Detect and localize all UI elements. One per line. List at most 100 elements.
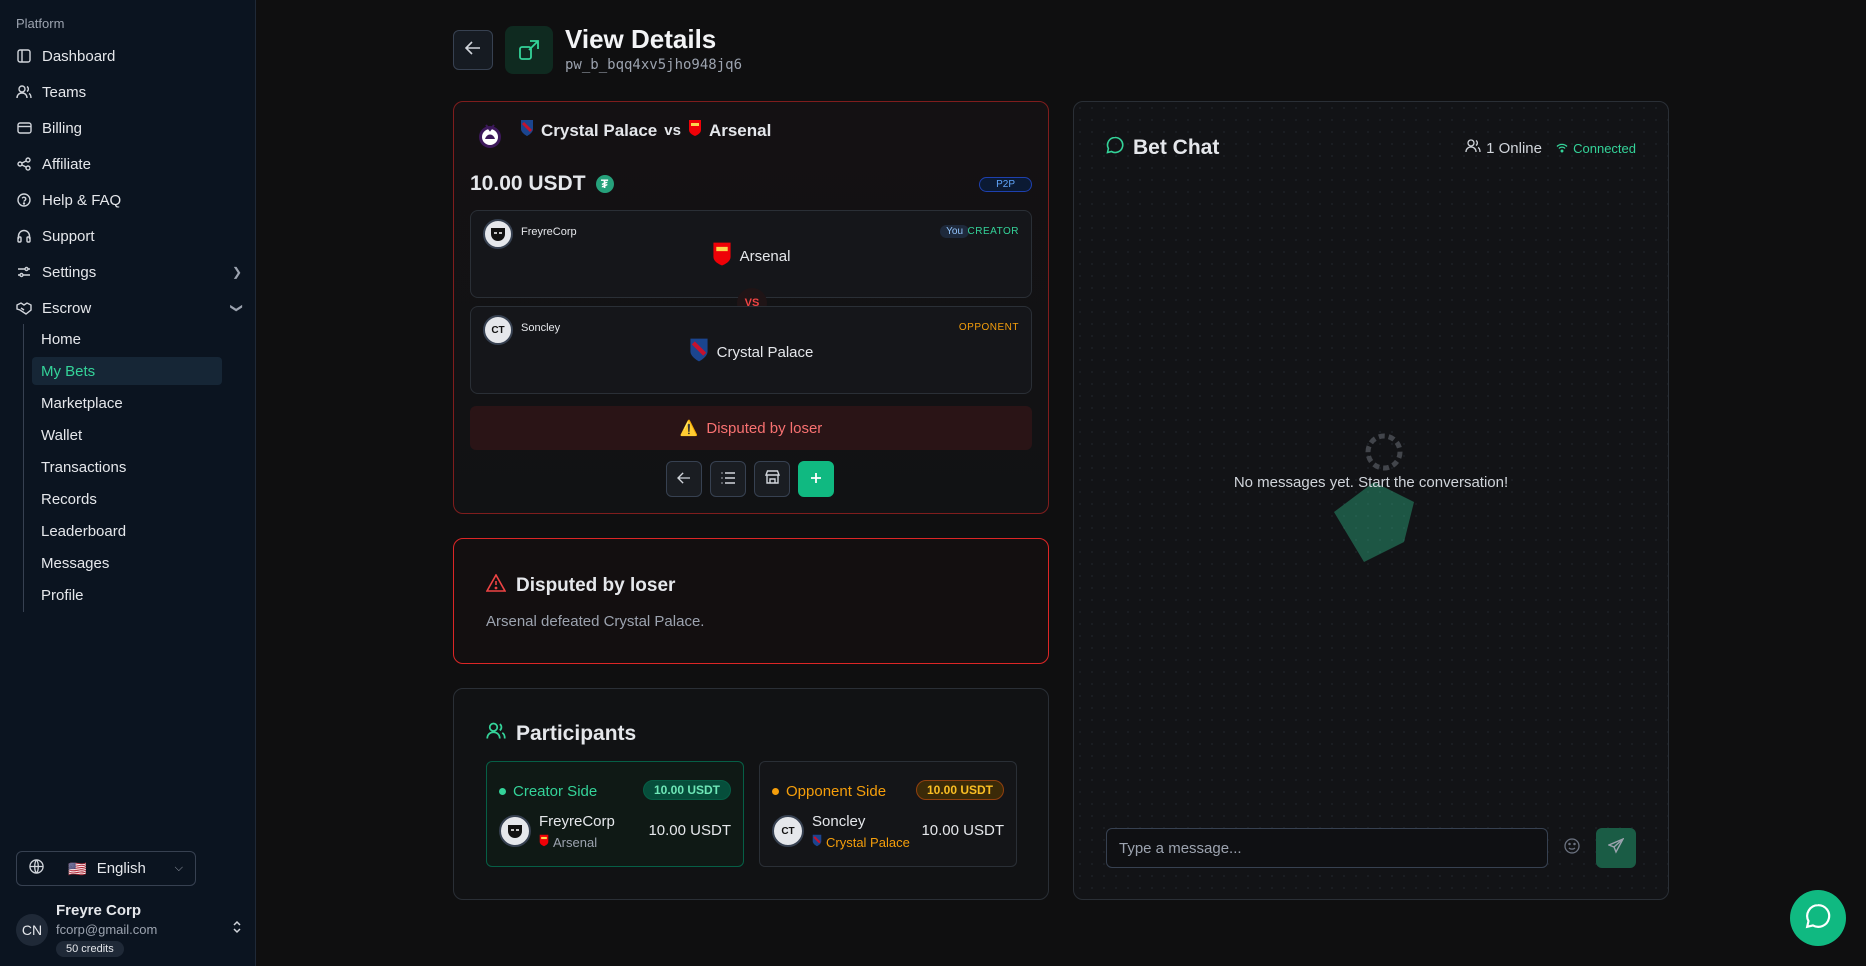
match-title: Crystal Palace vs Arsenal [520, 119, 771, 142]
sidebar-item-label: Dashboard [42, 47, 116, 65]
user-menu[interactable]: CN Freyre Corp fcorp@gmail.com 50 credit… [16, 900, 242, 960]
sidebar-item-escrow[interactable]: Escrow ❯ [16, 293, 244, 323]
home-team: Crystal Palace [541, 120, 658, 140]
flag-icon: 🇺🇸 [68, 860, 87, 878]
creator-avatar [499, 815, 531, 847]
connection-status: Connected [1556, 141, 1636, 156]
creator-name: FreyreCorp [521, 226, 577, 238]
creator-participant-amount: 10.00 USDT [648, 822, 731, 839]
creator-side-label: Creator Side [499, 783, 597, 800]
send-icon [1607, 837, 1625, 858]
connection-status-text: Connected [1573, 141, 1636, 156]
creator-amount-badge: 10.00 USDT [642, 780, 731, 800]
sidebar-item-label: Billing [42, 119, 83, 137]
opponent-participant: Opponent Side 10.00 USDT CT Soncley Crys… [759, 761, 1017, 867]
sidebar-subitem-wallet[interactable]: Wallet [32, 421, 222, 449]
sidebar-item-label: Support [42, 227, 95, 245]
opponent-role: OPPONENT [958, 322, 1019, 333]
sidebar-subitem-records[interactable]: Records [32, 485, 222, 513]
opponent-side-text: Opponent Side [786, 783, 887, 800]
help-circle-icon [16, 192, 32, 208]
user-email: fcorp@gmail.com [56, 922, 158, 937]
sidebar-subitem-profile[interactable]: Profile [32, 581, 222, 609]
opponent-amount-badge: 10.00 USDT [915, 780, 1004, 800]
creator-participant-team: Arsenal [539, 834, 597, 850]
alert-triangle-icon [485, 573, 507, 598]
chat-title-text: Bet Chat [1133, 136, 1220, 159]
sidebar-subitem-messages[interactable]: Messages [32, 549, 222, 577]
online-count: 1 Online [1465, 139, 1542, 157]
opponent-side-label: Opponent Side [772, 783, 886, 800]
dispute-title: Disputed by loser [485, 573, 675, 598]
sidebar-item-affiliate[interactable]: Affiliate [16, 149, 242, 179]
opponent-participant-team-label: Crystal Palace [826, 834, 910, 850]
users-icon [1465, 139, 1481, 157]
dispute-status-text: Disputed by loser [706, 419, 823, 437]
credit-card-icon [16, 120, 32, 136]
creator-side-box: FreyreCorp Arsenal You CREATOR [470, 210, 1032, 298]
sidebar-subitem-transactions[interactable]: Transactions [32, 453, 222, 481]
dispute-status-bar: ⚠️ Disputed by loser [470, 406, 1032, 450]
opponent-team-label: Crystal Palace [716, 343, 814, 361]
add-button[interactable] [798, 461, 834, 497]
back-action-button[interactable] [666, 461, 702, 497]
participants-title: Participants [486, 722, 636, 746]
opponent-team: Crystal Palace [471, 337, 1031, 367]
wifi-icon [1556, 141, 1568, 156]
store-button[interactable] [754, 461, 790, 497]
sidebar-item-dashboard[interactable]: Dashboard [16, 41, 242, 71]
share-icon [16, 156, 32, 172]
creator-participant-name: FreyreCorp [539, 813, 615, 830]
opponent-avatar: CT [772, 815, 804, 847]
arrow-left-icon [464, 41, 481, 59]
back-button[interactable] [453, 30, 493, 70]
opponent-participant-team: Crystal Palace [812, 834, 910, 850]
message-input[interactable] [1106, 828, 1548, 868]
arrow-left-icon [677, 471, 691, 488]
list-icon [721, 471, 735, 488]
creator-participant: Creator Side 10.00 USDT FreyreCorp Arsen… [486, 761, 744, 867]
sidebar-item-teams[interactable]: Teams [16, 77, 242, 107]
list-button[interactable] [710, 461, 746, 497]
users-icon [16, 84, 32, 100]
sidebar-subitem-home[interactable]: Home [32, 325, 222, 353]
chevron-down-icon: ⌵ [174, 862, 183, 874]
support-chat-button[interactable] [1790, 890, 1846, 946]
opponent-participant-amount: 10.00 USDT [921, 822, 1004, 839]
creator-side-text: Creator Side [513, 783, 598, 800]
premier-league-logo [474, 120, 506, 152]
sidebar-subitem-marketplace[interactable]: Marketplace [32, 389, 222, 417]
dispute-card: Disputed by loser Arsenal defeated Cryst… [453, 538, 1049, 664]
opponent-name: Soncley [521, 322, 561, 334]
send-button[interactable] [1596, 828, 1636, 868]
globe-icon [29, 859, 44, 878]
escrow-subnav-line [23, 324, 24, 612]
opponent-participant-name: Soncley [812, 813, 866, 830]
sidebar-subitem-leaderboard[interactable]: Leaderboard [32, 517, 222, 545]
emoji-button[interactable] [1560, 836, 1584, 860]
credits-badge: 50 credits [56, 941, 124, 957]
bet-type-badge: P2P [979, 177, 1032, 192]
chat-title: Bet Chat [1106, 136, 1219, 160]
sidebar-item-help[interactable]: Help & FAQ [16, 185, 242, 215]
you-badge: You [940, 225, 969, 238]
creator-participant-team-label: Arsenal [553, 834, 598, 850]
arsenal-crest-icon [688, 119, 702, 142]
arsenal-crest-icon [539, 834, 549, 850]
user-name: Freyre Corp [56, 902, 142, 919]
sidebar-subitem-my-bets[interactable]: My Bets [32, 357, 222, 385]
store-icon [764, 470, 780, 488]
language-select[interactable]: 🇺🇸 English ⌵ [16, 851, 196, 886]
chevrons-updown-icon [232, 920, 242, 937]
sidebar-item-support[interactable]: Support [16, 221, 242, 251]
creator-team-label: Arsenal [739, 247, 791, 265]
crystal-palace-crest-icon [689, 337, 709, 367]
creator-role: CREATOR [967, 226, 1019, 237]
bet-id: pw_b_bqq4xv5jho948jq6 [565, 57, 743, 73]
opponent-side-box: CT Soncley Crystal Palace OPPONENT [470, 306, 1032, 394]
language-label: English [96, 860, 146, 877]
empty-chat-message: No messages yet. Start the conversation! [1233, 474, 1509, 491]
sidebar-item-settings[interactable]: Settings ❯ [16, 257, 242, 287]
page-title: View Details [565, 24, 717, 54]
sidebar-item-billing[interactable]: Billing [16, 113, 242, 143]
